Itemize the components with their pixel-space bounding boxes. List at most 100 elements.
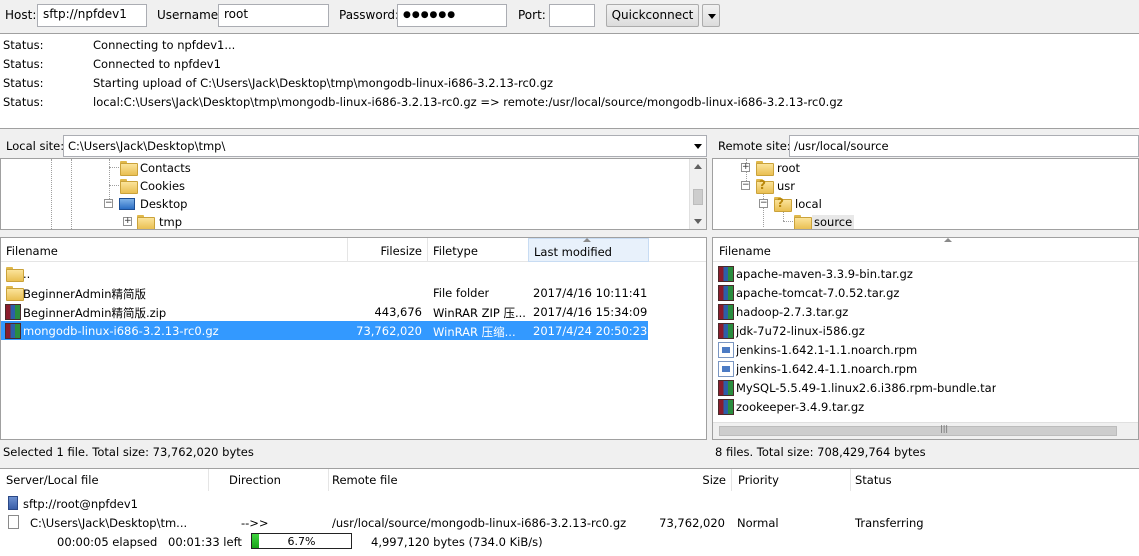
expand-icon[interactable]: +	[741, 163, 750, 172]
tree-item-usr[interactable]: − usr	[740, 177, 900, 195]
remote-list-hscrollbar[interactable]: |||	[713, 422, 1138, 439]
file-row[interactable]: zookeeper-3.4.9.tar.gz	[713, 397, 1138, 416]
queue-column-server-local-file[interactable]: Server/Local file	[0, 469, 209, 491]
scrollbar-thumb[interactable]	[693, 189, 703, 205]
file-name: mongodb-linux-i686-3.2.13-rc0.gz	[23, 324, 219, 338]
file-name: BeginnerAdmin精简版.zip	[23, 306, 167, 320]
tree-item-root[interactable]: + root	[740, 159, 900, 177]
winrar-icon	[718, 304, 734, 320]
tree-item-source[interactable]: source	[793, 213, 953, 229]
chevron-down-icon	[708, 14, 716, 19]
file-type: WinRAR ZIP 压...	[433, 306, 526, 320]
file-row[interactable]: hadoop-2.7.3.tar.gz	[713, 302, 1138, 321]
folder-icon	[120, 179, 138, 194]
question-mark-icon	[774, 196, 790, 211]
file-row[interactable]: BeginnerAdmin精简版.zip 443,676 WinRAR ZIP …	[1, 302, 706, 321]
file-type: WinRAR 压缩...	[433, 325, 516, 339]
queue-server[interactable]: sftp://root@npfdev1	[23, 497, 138, 511]
file-name: jenkins-1.642.1-1.1.noarch.rpm	[736, 343, 918, 357]
column-filesize[interactable]: Filesize	[348, 238, 428, 262]
file-name: BeginnerAdmin精简版	[23, 287, 146, 301]
expand-icon[interactable]: +	[123, 217, 132, 226]
progress-percent: 6.7%	[287, 535, 316, 548]
column-filename[interactable]: Filename	[713, 238, 1138, 262]
queue-column-priority[interactable]: Priority	[732, 469, 851, 491]
file-row[interactable]: jdk-7u72-linux-i586.gz	[713, 321, 1138, 340]
scroll-up-icon[interactable]	[694, 164, 702, 169]
file-name: hadoop-2.7.3.tar.gz	[736, 305, 849, 319]
queue-column-size[interactable]: Size	[670, 469, 732, 491]
host-input[interactable]: sftp://npfdev1	[37, 4, 147, 27]
queue-local-file[interactable]: C:\Users\Jack\Desktop\tm...	[30, 516, 187, 530]
scrollbar-thumb[interactable]	[719, 426, 1117, 436]
remote-status-bar: 8 files. Total size: 708,429,764 bytes	[715, 445, 926, 459]
file-name: ..	[23, 267, 31, 281]
collapse-icon[interactable]: −	[104, 199, 113, 208]
file-row[interactable]: jenkins-1.642.1-1.1.noarch.rpm	[713, 340, 1138, 359]
local-site-path-input[interactable]: C:\Users\Jack\Desktop\tmp\	[63, 135, 707, 157]
transferred-bytes: 4,997,120 bytes (734.0 KiB/s)	[371, 535, 543, 549]
folder-icon	[794, 215, 812, 229]
tree-item-label: source	[812, 215, 855, 229]
local-tree-scrollbar[interactable]	[689, 159, 706, 229]
tree-item-tmp[interactable]: + tmp	[121, 213, 321, 229]
tree-item-desktop[interactable]: − Desktop	[101, 195, 301, 213]
file-row[interactable]: ..	[1, 264, 706, 283]
local-site-label: Local site:	[6, 139, 65, 153]
local-list-header: Filename Filesize Filetype Last modified	[1, 238, 706, 262]
winrar-icon	[5, 304, 21, 320]
file-name: apache-tomcat-7.0.52.tar.gz	[736, 286, 900, 300]
queue-remote-file: /usr/local/source/mongodb-linux-i686-3.2…	[332, 516, 627, 530]
collapse-icon[interactable]: −	[741, 181, 750, 190]
local-directory-tree[interactable]: Contacts Cookies − Desktop + tmp	[0, 158, 707, 230]
folder-icon	[6, 267, 24, 282]
queue-size: 73,762,020	[659, 516, 725, 530]
queue-column-status[interactable]: Status	[849, 469, 1139, 491]
rpm-icon	[718, 342, 734, 358]
local-site-path-text: C:\Users\Jack\Desktop\tmp\	[68, 139, 226, 153]
column-filename[interactable]: Filename	[1, 238, 348, 262]
queue-status: Transferring	[855, 516, 924, 530]
port-input[interactable]	[549, 4, 595, 27]
file-row[interactable]: BeginnerAdmin精简版 File folder 2017/4/16 1…	[1, 283, 706, 302]
port-label: Port:	[518, 8, 546, 22]
queue-column-direction[interactable]: Direction	[223, 469, 329, 491]
file-row[interactable]: apache-tomcat-7.0.52.tar.gz	[713, 283, 1138, 302]
file-row[interactable]: apache-maven-3.3.9-bin.tar.gz	[713, 264, 1138, 283]
tree-item-local[interactable]: − local	[758, 195, 918, 213]
remote-file-list[interactable]: Filename apache-maven-3.3.9-bin.tar.gz a…	[712, 237, 1139, 440]
grip-icon: |||	[940, 424, 949, 433]
password-input[interactable]: ●●●●●●	[397, 4, 507, 27]
remote-directory-tree[interactable]: + root − usr − local source	[712, 158, 1139, 230]
file-row-selected[interactable]: mongodb-linux-i686-3.2.13-rc0.gz 73,762,…	[1, 321, 648, 340]
message-log[interactable]: Status: Connecting to npfdev1... Status: C…	[0, 33, 1139, 129]
column-filetype[interactable]: Filetype	[428, 238, 529, 262]
file-row[interactable]: jenkins-1.642.4-1.1.noarch.rpm	[713, 359, 1138, 378]
chevron-down-icon[interactable]	[694, 144, 702, 149]
collapse-icon[interactable]: −	[759, 199, 768, 208]
remote-site-label: Remote site:	[718, 139, 791, 153]
file-row[interactable]: MySQL-5.5.49-1.linux2.6.i386.rpm-bundle.…	[713, 378, 1138, 397]
password-label: Password:	[339, 8, 400, 22]
remote-site-path-input[interactable]: /usr/local/source	[789, 135, 1139, 157]
winrar-icon	[718, 323, 734, 339]
scroll-down-icon[interactable]	[694, 219, 702, 224]
winrar-icon	[718, 380, 734, 396]
tree-item-cookies[interactable]: Cookies	[119, 177, 319, 195]
file-modified: 2017/4/24 20:50:23	[533, 324, 648, 338]
tree-item-label: Cookies	[140, 179, 186, 193]
username-input[interactable]: root	[218, 4, 329, 27]
elapsed-time: 00:00:05 elapsed	[57, 535, 158, 549]
file-modified: 2017/4/16 10:11:41	[533, 286, 648, 300]
file-name: zookeeper-3.4.9.tar.gz	[736, 400, 865, 414]
file-name: jdk-7u72-linux-i586.gz	[736, 324, 865, 338]
tree-item-contacts[interactable]: Contacts	[119, 159, 319, 177]
quickconnect-button[interactable]: Quickconnect	[606, 4, 699, 27]
queue-priority: Normal	[737, 516, 779, 530]
remote-list-header: Filename	[713, 238, 1138, 262]
tree-item-label: Desktop	[140, 197, 188, 211]
local-file-list[interactable]: Filename Filesize Filetype Last modified…	[0, 237, 707, 440]
quickconnect-dropdown-button[interactable]	[702, 4, 720, 27]
file-icon	[8, 515, 19, 529]
username-label: Username:	[157, 8, 223, 22]
